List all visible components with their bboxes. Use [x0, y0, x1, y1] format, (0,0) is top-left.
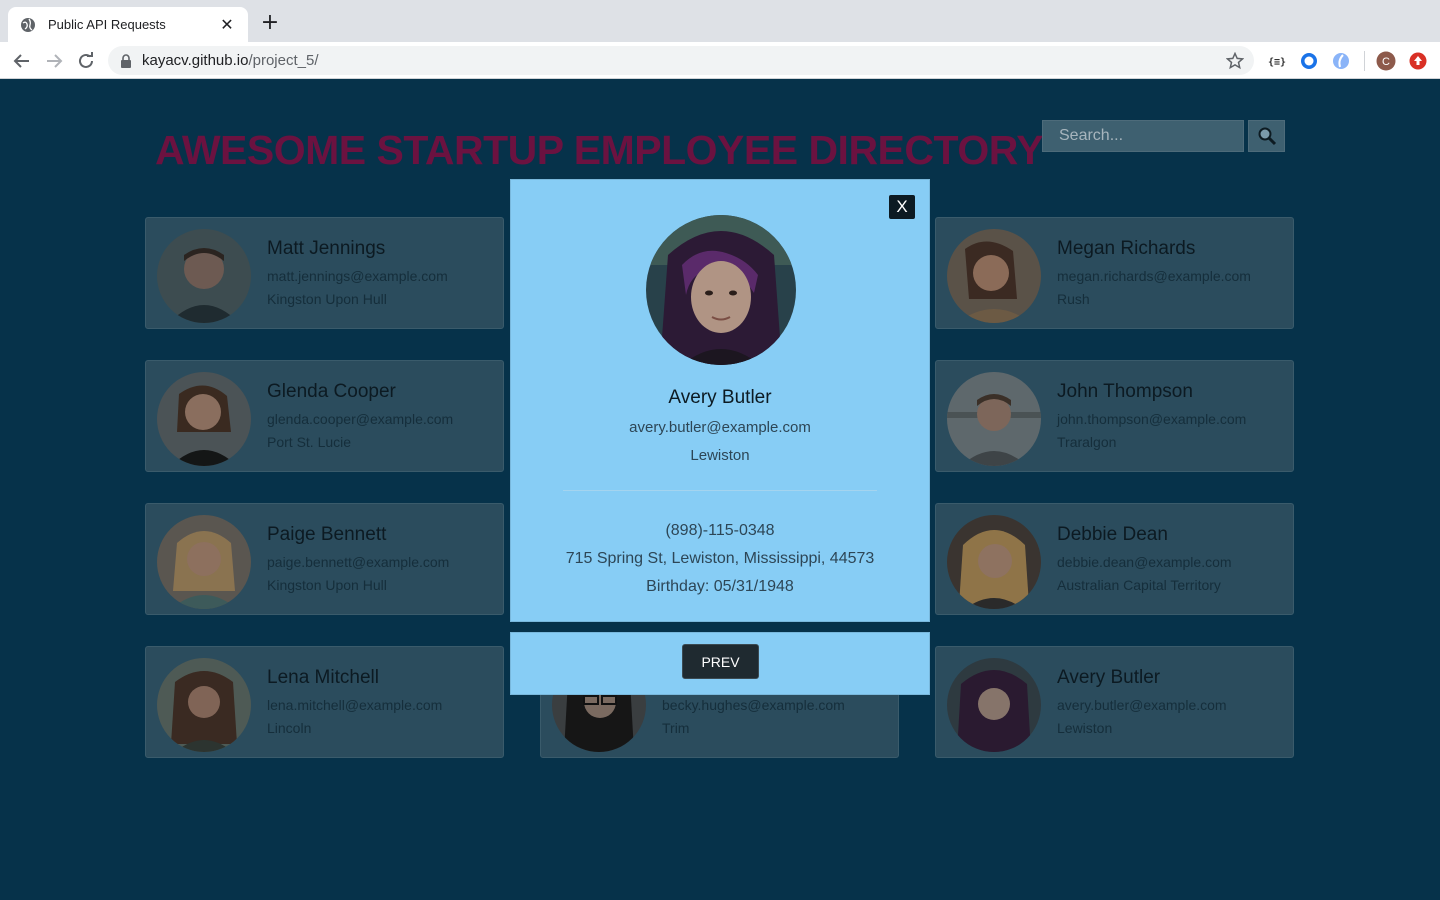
card-name: John Thompson — [1057, 381, 1193, 402]
browser-toolbar: kayacv.github.io/project_5/ {≡} C — [0, 42, 1440, 79]
modal-email: avery.butler@example.com — [629, 419, 811, 436]
employee-card[interactable]: Matt Jennings matt.jennings@example.com … — [145, 217, 504, 329]
json-extension-icon[interactable]: {≡} — [1267, 51, 1287, 71]
modal-close-button[interactable]: X — [889, 195, 915, 219]
url-host: kayacv.github.io — [142, 52, 249, 69]
modal-birthday: Birthday: 05/31/1948 — [646, 578, 794, 595]
back-button[interactable] — [11, 50, 33, 72]
card-email: avery.butler@example.com — [1057, 697, 1227, 713]
employee-card[interactable]: Debbie Dean debbie.dean@example.com Aust… — [935, 503, 1294, 615]
blue-ring-extension-icon[interactable] — [1299, 51, 1319, 71]
profile-avatar[interactable]: C — [1376, 51, 1396, 71]
svg-text:{≡}: {≡} — [1268, 57, 1286, 68]
avatar — [157, 372, 251, 466]
browser-tabstrip: Public API Requests ✕ + — [0, 0, 1440, 42]
tab-title: Public API Requests — [48, 17, 166, 32]
avatar — [947, 372, 1041, 466]
forward-button[interactable] — [43, 50, 65, 72]
card-email: megan.richards@example.com — [1057, 268, 1251, 284]
url-text: kayacv.github.io/project_5/ — [142, 52, 319, 69]
card-email: glenda.cooper@example.com — [267, 411, 454, 427]
card-email: lena.mitchell@example.com — [267, 697, 443, 713]
card-name: Glenda Cooper — [267, 381, 396, 402]
employee-card[interactable]: Lena Mitchell lena.mitchell@example.com … — [145, 646, 504, 758]
card-city: Rush — [1057, 291, 1090, 307]
card-name: Debbie Dean — [1057, 524, 1168, 545]
tab-close-icon[interactable]: ✕ — [218, 15, 236, 34]
modal-address: 715 Spring St, Lewiston, Mississippi, 44… — [565, 550, 875, 567]
card-city: Kingston Upon Hull — [267, 291, 387, 307]
employee-card[interactable]: Avery Butler avery.butler@example.com Le… — [935, 646, 1294, 758]
card-email: john.thompson@example.com — [1057, 411, 1247, 427]
search-input[interactable] — [1042, 120, 1244, 152]
employee-card[interactable]: Paige Bennett paige.bennett@example.com … — [145, 503, 504, 615]
employee-modal: X Avery Butler avery.butler@example.com … — [510, 179, 930, 622]
new-tab-button[interactable]: + — [258, 12, 282, 36]
back-arrow-icon — [13, 54, 29, 68]
bookmark-star-icon[interactable] — [1226, 52, 1244, 70]
modal-phone: (898)-115-0348 — [665, 522, 775, 539]
modal-city: Lewiston — [690, 447, 750, 464]
card-name: Avery Butler — [1057, 667, 1161, 688]
employee-card[interactable]: Glenda Cooper glenda.cooper@example.com … — [145, 360, 504, 472]
prev-button[interactable]: PREV — [682, 644, 759, 679]
avatar — [157, 229, 251, 323]
svg-text:C: C — [1382, 56, 1390, 68]
avatar — [157, 658, 251, 752]
card-name: Paige Bennett — [267, 524, 387, 545]
search-icon — [1258, 127, 1276, 146]
card-city: Traralgon — [1057, 434, 1117, 450]
card-name: Lena Mitchell — [267, 667, 379, 688]
reload-icon — [79, 52, 93, 68]
toolbar-divider — [1364, 51, 1365, 71]
card-city: Port St. Lucie — [267, 434, 352, 450]
card-city: Australian Capital Territory — [1057, 577, 1221, 593]
avatar — [947, 229, 1041, 323]
card-email: debbie.dean@example.com — [1057, 554, 1232, 570]
modal-divider — [563, 490, 877, 491]
search-button[interactable] — [1248, 120, 1285, 152]
avatar — [947, 515, 1041, 609]
page-content: AWESOME STARTUP EMPLOYEE DIRECTORY Matt … — [0, 79, 1440, 900]
globe-icon — [21, 17, 35, 32]
modal-avatar — [646, 215, 796, 365]
url-path: /project_5/ — [248, 52, 319, 69]
lock-icon — [121, 53, 131, 68]
card-city: Lincoln — [267, 720, 312, 736]
card-email: becky.hughes@example.com — [662, 697, 845, 713]
reload-button[interactable] — [75, 50, 97, 72]
browser-tab[interactable]: Public API Requests ✕ — [8, 7, 248, 42]
avatar — [947, 658, 1041, 752]
avatar — [157, 515, 251, 609]
page-title: AWESOME STARTUP EMPLOYEE DIRECTORY — [155, 127, 1044, 173]
card-city: Trim — [662, 720, 690, 736]
card-city: Lewiston — [1057, 720, 1113, 736]
modal-navigation: PREV — [510, 632, 930, 695]
card-email: paige.bennett@example.com — [267, 554, 450, 570]
card-city: Kingston Upon Hull — [267, 577, 387, 593]
feather-extension-icon[interactable] — [1331, 51, 1351, 71]
address-bar[interactable]: kayacv.github.io/project_5/ — [108, 46, 1254, 75]
modal-name: Avery Butler — [668, 387, 772, 408]
employee-card[interactable]: Megan Richards megan.richards@example.co… — [935, 217, 1294, 329]
card-name: Megan Richards — [1057, 238, 1196, 259]
card-email: matt.jennings@example.com — [267, 268, 448, 284]
update-extension-icon[interactable] — [1408, 51, 1428, 71]
employee-card[interactable]: John Thompson john.thompson@example.com … — [935, 360, 1294, 472]
forward-arrow-icon — [47, 54, 63, 68]
card-name: Matt Jennings — [267, 238, 386, 259]
